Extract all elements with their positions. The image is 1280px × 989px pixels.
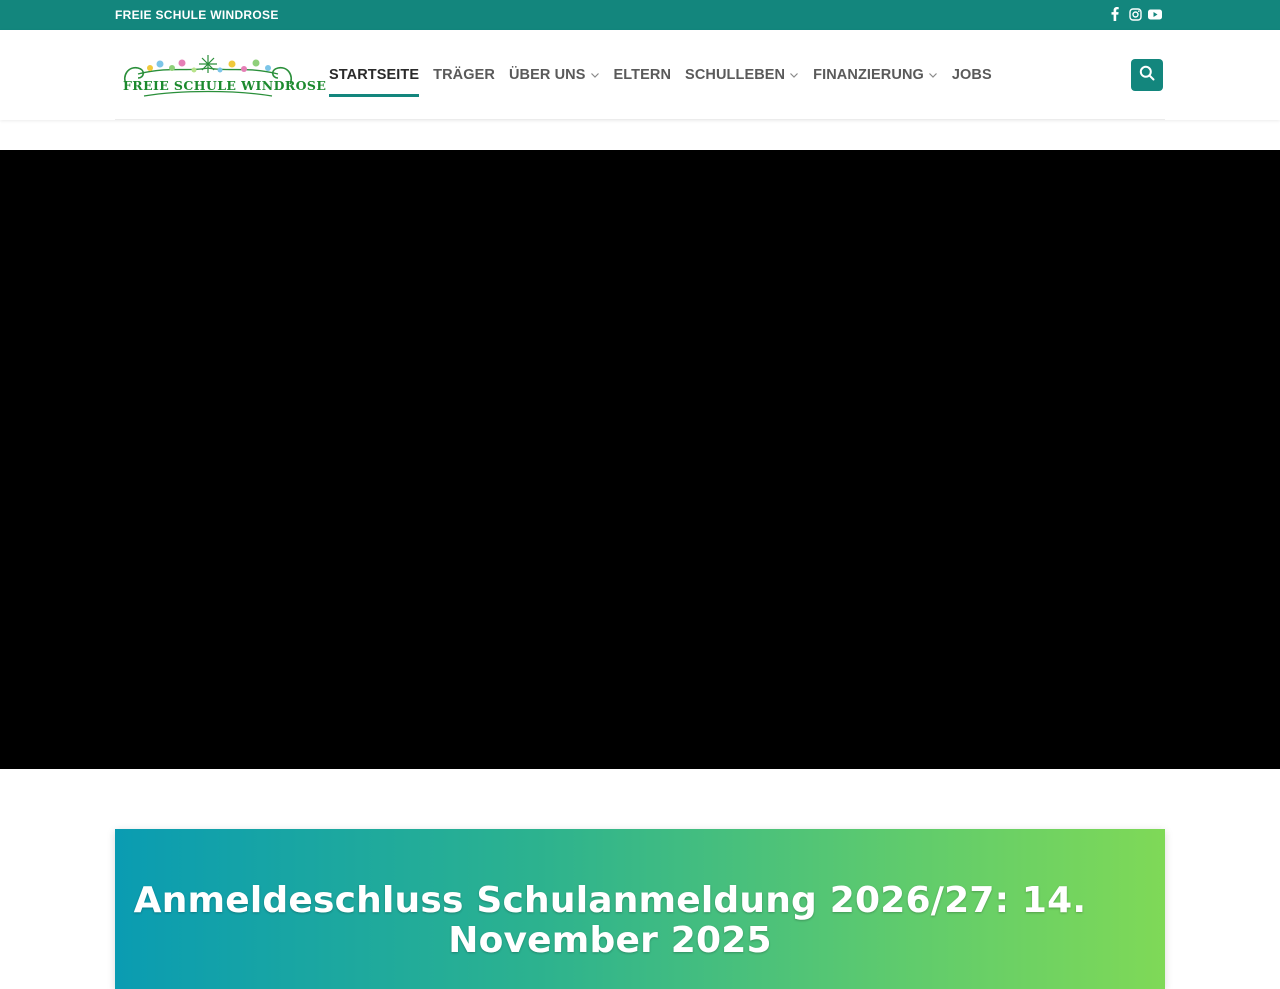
main-nav: STARTSEITE TRÄGER ÜBER UNS ELTERN SCHULL…	[329, 30, 992, 120]
nav-item-label: FINANZIERUNG	[813, 67, 924, 83]
top-bar-brand: FREIE SCHULE WINDROSE	[115, 8, 279, 22]
site-logo[interactable]: FREIE SCHULE WINDROSE	[120, 54, 326, 100]
nav-item-label: JOBS	[951, 67, 992, 83]
announcement-headline: Anmeldeschluss Schulanmeldung 2026/27: 1…	[133, 880, 1087, 961]
announcement-banner: Anmeldeschluss Schulanmeldung 2026/27: 1…	[115, 829, 1165, 989]
nav-item-eltern[interactable]: ELTERN	[614, 30, 672, 120]
chevron-down-icon	[590, 70, 600, 80]
nav-item-traeger[interactable]: TRÄGER	[433, 30, 495, 120]
nav-item-label: TRÄGER	[433, 67, 495, 83]
header-divider	[115, 119, 1165, 120]
search-icon	[1139, 65, 1155, 86]
nav-item-label: STARTSEITE	[329, 67, 420, 83]
site-header: FREIE SCHULE WINDROSE STARTSEITE TRÄGER …	[0, 30, 1280, 120]
nav-item-startseite[interactable]: STARTSEITE	[329, 30, 420, 120]
nav-item-ueber-uns[interactable]: ÜBER UNS	[509, 30, 600, 120]
instagram-icon[interactable]	[1128, 7, 1142, 21]
nav-item-label: SCHULLEBEN	[685, 67, 786, 83]
nav-item-label: ELTERN	[613, 67, 672, 83]
chevron-down-icon	[928, 70, 938, 80]
nav-item-finanzierung[interactable]: FINANZIERUNG	[813, 30, 938, 120]
top-bar: FREIE SCHULE WINDROSE	[0, 0, 1280, 30]
hero-video[interactable]	[0, 150, 1280, 769]
chevron-down-icon	[789, 70, 799, 80]
nav-item-jobs[interactable]: JOBS	[952, 30, 992, 120]
nav-item-label: ÜBER UNS	[508, 67, 586, 83]
youtube-icon[interactable]	[1148, 7, 1162, 21]
facebook-icon[interactable]	[1108, 7, 1122, 21]
social-links	[1108, 7, 1162, 21]
search-button[interactable]	[1131, 59, 1163, 91]
logo-text: FREIE SCHULE WINDROSE	[123, 78, 327, 93]
nav-item-schulleben[interactable]: SCHULLEBEN	[685, 30, 799, 120]
